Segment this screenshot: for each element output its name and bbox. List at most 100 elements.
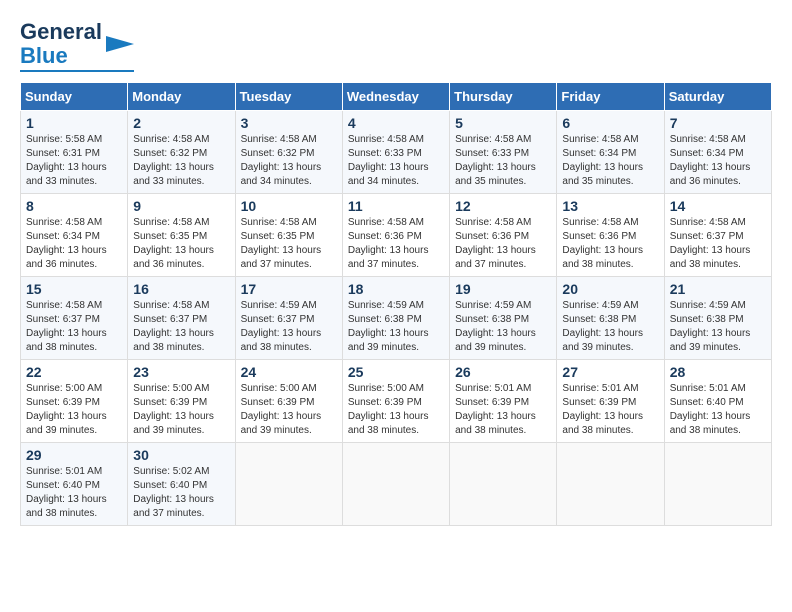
day-number: 22 [26,364,122,380]
calendar-cell: 20 Sunrise: 4:59 AMSunset: 6:38 PMDaylig… [557,277,664,360]
day-number: 15 [26,281,122,297]
day-info: Sunrise: 4:58 AMSunset: 6:36 PMDaylight:… [562,217,643,270]
calendar-cell [450,443,557,526]
day-info: Sunrise: 5:58 AMSunset: 6:31 PMDaylight:… [26,134,107,187]
day-number: 21 [670,281,766,297]
day-info: Sunrise: 4:58 AMSunset: 6:37 PMDaylight:… [670,217,751,270]
calendar-cell: 28 Sunrise: 5:01 AMSunset: 6:40 PMDaylig… [664,360,771,443]
calendar-cell: 15 Sunrise: 4:58 AMSunset: 6:37 PMDaylig… [21,277,128,360]
day-info: Sunrise: 4:59 AMSunset: 6:37 PMDaylight:… [241,300,322,353]
day-number: 19 [455,281,551,297]
calendar-cell: 21 Sunrise: 4:59 AMSunset: 6:38 PMDaylig… [664,277,771,360]
calendar-cell: 5 Sunrise: 4:58 AMSunset: 6:33 PMDayligh… [450,111,557,194]
day-number: 7 [670,115,766,131]
day-number: 23 [133,364,229,380]
calendar-cell: 22 Sunrise: 5:00 AMSunset: 6:39 PMDaylig… [21,360,128,443]
calendar-header-row: SundayMondayTuesdayWednesdayThursdayFrid… [21,83,772,111]
day-number: 1 [26,115,122,131]
day-number: 29 [26,447,122,463]
day-info: Sunrise: 5:01 AMSunset: 6:40 PMDaylight:… [26,466,107,519]
day-number: 9 [133,198,229,214]
day-number: 16 [133,281,229,297]
day-info: Sunrise: 5:01 AMSunset: 6:39 PMDaylight:… [455,383,536,436]
day-number: 28 [670,364,766,380]
day-info: Sunrise: 4:58 AMSunset: 6:34 PMDaylight:… [562,134,643,187]
calendar-cell: 25 Sunrise: 5:00 AMSunset: 6:39 PMDaylig… [342,360,449,443]
day-number: 4 [348,115,444,131]
day-info: Sunrise: 4:59 AMSunset: 6:38 PMDaylight:… [670,300,751,353]
calendar-cell: 9 Sunrise: 4:58 AMSunset: 6:35 PMDayligh… [128,194,235,277]
day-number: 20 [562,281,658,297]
day-info: Sunrise: 4:58 AMSunset: 6:33 PMDaylight:… [455,134,536,187]
day-info: Sunrise: 5:00 AMSunset: 6:39 PMDaylight:… [348,383,429,436]
logo: General Blue [20,20,134,72]
column-header-thursday: Thursday [450,83,557,111]
calendar-cell: 16 Sunrise: 4:58 AMSunset: 6:37 PMDaylig… [128,277,235,360]
day-number: 8 [26,198,122,214]
calendar-cell [235,443,342,526]
column-header-monday: Monday [128,83,235,111]
calendar-cell: 7 Sunrise: 4:58 AMSunset: 6:34 PMDayligh… [664,111,771,194]
day-number: 3 [241,115,337,131]
day-info: Sunrise: 4:58 AMSunset: 6:32 PMDaylight:… [133,134,214,187]
calendar-cell: 4 Sunrise: 4:58 AMSunset: 6:33 PMDayligh… [342,111,449,194]
day-number: 12 [455,198,551,214]
calendar-week-2: 8 Sunrise: 4:58 AMSunset: 6:34 PMDayligh… [21,194,772,277]
logo-icon [106,30,134,58]
day-info: Sunrise: 5:02 AMSunset: 6:40 PMDaylight:… [133,466,214,519]
calendar-body: 1 Sunrise: 5:58 AMSunset: 6:31 PMDayligh… [21,111,772,526]
day-number: 13 [562,198,658,214]
column-header-tuesday: Tuesday [235,83,342,111]
day-info: Sunrise: 4:58 AMSunset: 6:32 PMDaylight:… [241,134,322,187]
day-number: 11 [348,198,444,214]
logo-line2: Blue [20,44,102,68]
calendar-cell [664,443,771,526]
day-info: Sunrise: 4:58 AMSunset: 6:36 PMDaylight:… [455,217,536,270]
calendar-cell: 6 Sunrise: 4:58 AMSunset: 6:34 PMDayligh… [557,111,664,194]
day-info: Sunrise: 4:59 AMSunset: 6:38 PMDaylight:… [455,300,536,353]
day-info: Sunrise: 4:58 AMSunset: 6:36 PMDaylight:… [348,217,429,270]
calendar-table: SundayMondayTuesdayWednesdayThursdayFrid… [20,82,772,526]
day-number: 2 [133,115,229,131]
column-header-friday: Friday [557,83,664,111]
calendar-week-1: 1 Sunrise: 5:58 AMSunset: 6:31 PMDayligh… [21,111,772,194]
day-info: Sunrise: 5:00 AMSunset: 6:39 PMDaylight:… [26,383,107,436]
day-info: Sunrise: 4:59 AMSunset: 6:38 PMDaylight:… [562,300,643,353]
column-header-saturday: Saturday [664,83,771,111]
day-number: 17 [241,281,337,297]
calendar-cell: 24 Sunrise: 5:00 AMSunset: 6:39 PMDaylig… [235,360,342,443]
calendar-cell [557,443,664,526]
calendar-cell: 12 Sunrise: 4:58 AMSunset: 6:36 PMDaylig… [450,194,557,277]
day-number: 25 [348,364,444,380]
day-info: Sunrise: 4:58 AMSunset: 6:34 PMDaylight:… [670,134,751,187]
day-info: Sunrise: 4:58 AMSunset: 6:35 PMDaylight:… [241,217,322,270]
day-number: 5 [455,115,551,131]
calendar-cell: 10 Sunrise: 4:58 AMSunset: 6:35 PMDaylig… [235,194,342,277]
day-info: Sunrise: 4:58 AMSunset: 6:33 PMDaylight:… [348,134,429,187]
column-header-wednesday: Wednesday [342,83,449,111]
day-info: Sunrise: 4:59 AMSunset: 6:38 PMDaylight:… [348,300,429,353]
column-header-sunday: Sunday [21,83,128,111]
calendar-cell: 19 Sunrise: 4:59 AMSunset: 6:38 PMDaylig… [450,277,557,360]
calendar-cell: 3 Sunrise: 4:58 AMSunset: 6:32 PMDayligh… [235,111,342,194]
day-info: Sunrise: 4:58 AMSunset: 6:37 PMDaylight:… [26,300,107,353]
day-info: Sunrise: 5:01 AMSunset: 6:40 PMDaylight:… [670,383,751,436]
calendar-cell: 14 Sunrise: 4:58 AMSunset: 6:37 PMDaylig… [664,194,771,277]
calendar-week-3: 15 Sunrise: 4:58 AMSunset: 6:37 PMDaylig… [21,277,772,360]
day-number: 10 [241,198,337,214]
day-number: 6 [562,115,658,131]
day-info: Sunrise: 5:00 AMSunset: 6:39 PMDaylight:… [241,383,322,436]
logo-line1: General [20,20,102,44]
calendar-cell: 11 Sunrise: 4:58 AMSunset: 6:36 PMDaylig… [342,194,449,277]
calendar-cell: 1 Sunrise: 5:58 AMSunset: 6:31 PMDayligh… [21,111,128,194]
day-number: 18 [348,281,444,297]
calendar-cell: 23 Sunrise: 5:00 AMSunset: 6:39 PMDaylig… [128,360,235,443]
calendar-cell: 27 Sunrise: 5:01 AMSunset: 6:39 PMDaylig… [557,360,664,443]
calendar-cell: 26 Sunrise: 5:01 AMSunset: 6:39 PMDaylig… [450,360,557,443]
day-info: Sunrise: 4:58 AMSunset: 6:37 PMDaylight:… [133,300,214,353]
day-number: 26 [455,364,551,380]
day-info: Sunrise: 4:58 AMSunset: 6:35 PMDaylight:… [133,217,214,270]
calendar-cell: 13 Sunrise: 4:58 AMSunset: 6:36 PMDaylig… [557,194,664,277]
calendar-week-5: 29 Sunrise: 5:01 AMSunset: 6:40 PMDaylig… [21,443,772,526]
day-info: Sunrise: 5:00 AMSunset: 6:39 PMDaylight:… [133,383,214,436]
